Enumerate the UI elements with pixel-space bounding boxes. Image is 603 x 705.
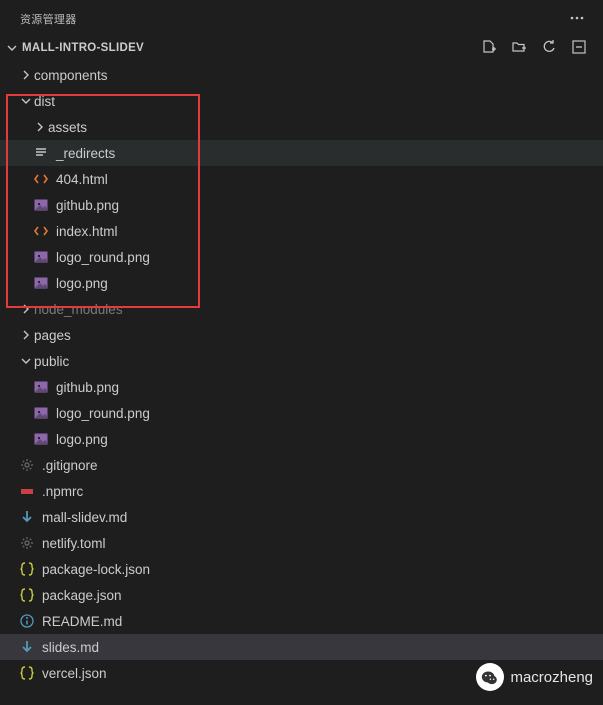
- gear-icon: [18, 457, 36, 473]
- tree-file[interactable]: slides.md: [0, 634, 603, 660]
- braces-icon: [18, 561, 36, 577]
- tree-item-label: logo_round.png: [56, 406, 150, 421]
- tree-file[interactable]: package-lock.json: [0, 556, 603, 582]
- tree-file[interactable]: github.png: [0, 374, 603, 400]
- project-name: MALL-INTRO-SLIDEV: [22, 42, 144, 54]
- tree-item-label: dist: [34, 94, 55, 109]
- tree-file[interactable]: logo.png: [0, 426, 603, 452]
- tree-item-label: github.png: [56, 198, 119, 213]
- tree-item-label: components: [34, 68, 108, 83]
- collapse-all-button[interactable]: [571, 39, 587, 58]
- watermark: macrozheng: [476, 663, 593, 691]
- image-icon: [32, 431, 50, 447]
- tree-item-label: package-lock.json: [42, 562, 150, 577]
- chevron-right-icon: [18, 327, 34, 343]
- tree-file[interactable]: README.md: [0, 608, 603, 634]
- tree-item-label: .gitignore: [42, 458, 98, 473]
- tree-item-label: logo_round.png: [56, 250, 150, 265]
- chevron-down-icon: [4, 40, 20, 56]
- tree-file[interactable]: mall-slidev.md: [0, 504, 603, 530]
- tree-file[interactable]: index.html: [0, 218, 603, 244]
- code-icon: [32, 223, 50, 239]
- tree-item-label: index.html: [56, 224, 118, 239]
- tree-file[interactable]: logo.png: [0, 270, 603, 296]
- arrow-down-icon: [18, 639, 36, 655]
- tree-file[interactable]: 404.html: [0, 166, 603, 192]
- tree-item-label: node_modules: [34, 302, 123, 317]
- tree-item-label: .npmrc: [42, 484, 83, 499]
- more-actions-button[interactable]: [569, 10, 591, 29]
- tree-item-label: netlify.toml: [42, 536, 106, 551]
- arrow-down-icon: [18, 509, 36, 525]
- tree-item-label: slides.md: [42, 640, 99, 655]
- project-root-row[interactable]: MALL-INTRO-SLIDEV: [0, 34, 603, 62]
- tree-file[interactable]: github.png: [0, 192, 603, 218]
- tree-file[interactable]: .gitignore: [0, 452, 603, 478]
- tree-file[interactable]: _redirects: [0, 140, 603, 166]
- chevron-right-icon: [32, 119, 48, 135]
- tree-folder[interactable]: components: [0, 62, 603, 88]
- npm-icon: [18, 483, 36, 499]
- tree-file[interactable]: netlify.toml: [0, 530, 603, 556]
- braces-icon: [18, 587, 36, 603]
- tree-file[interactable]: logo_round.png: [0, 400, 603, 426]
- tree-item-label: logo.png: [56, 432, 108, 447]
- wechat-icon: [476, 663, 504, 691]
- tree-folder[interactable]: pages: [0, 322, 603, 348]
- project-actions: [481, 39, 593, 58]
- tree-file[interactable]: logo_round.png: [0, 244, 603, 270]
- tree-item-label: README.md: [42, 614, 122, 629]
- chevron-right-icon: [18, 67, 34, 83]
- tree-file[interactable]: .npmrc: [0, 478, 603, 504]
- tree-folder[interactable]: dist: [0, 88, 603, 114]
- tree-folder[interactable]: public: [0, 348, 603, 374]
- tree-item-label: mall-slidev.md: [42, 510, 127, 525]
- image-icon: [32, 249, 50, 265]
- image-icon: [32, 379, 50, 395]
- tree-item-label: github.png: [56, 380, 119, 395]
- tree-item-label: 404.html: [56, 172, 108, 187]
- chevron-down-icon: [18, 93, 34, 109]
- explorer-header: 资源管理器: [0, 0, 603, 34]
- refresh-button[interactable]: [541, 39, 557, 58]
- tree-folder[interactable]: node_modules: [0, 296, 603, 322]
- tree-item-label: pages: [34, 328, 71, 343]
- chevron-right-icon: [18, 301, 34, 317]
- tree-file[interactable]: package.json: [0, 582, 603, 608]
- code-icon: [32, 171, 50, 187]
- tree-item-label: package.json: [42, 588, 122, 603]
- new-folder-button[interactable]: [511, 39, 527, 58]
- tree-item-label: assets: [48, 120, 87, 135]
- lines-icon: [32, 145, 50, 161]
- explorer-title: 资源管理器: [20, 11, 77, 27]
- image-icon: [32, 275, 50, 291]
- watermark-text: macrozheng: [510, 669, 593, 686]
- braces-icon: [18, 665, 36, 681]
- tree-item-label: public: [34, 354, 69, 369]
- chevron-down-icon: [18, 353, 34, 369]
- info-icon: [18, 613, 36, 629]
- image-icon: [32, 405, 50, 421]
- gear-icon: [18, 535, 36, 551]
- image-icon: [32, 197, 50, 213]
- new-file-button[interactable]: [481, 39, 497, 58]
- tree-item-label: vercel.json: [42, 666, 107, 681]
- tree-item-label: logo.png: [56, 276, 108, 291]
- file-tree: components dist assets _redirects 404.html gi…: [0, 62, 603, 692]
- tree-item-label: _redirects: [56, 146, 115, 161]
- tree-folder[interactable]: assets: [0, 114, 603, 140]
